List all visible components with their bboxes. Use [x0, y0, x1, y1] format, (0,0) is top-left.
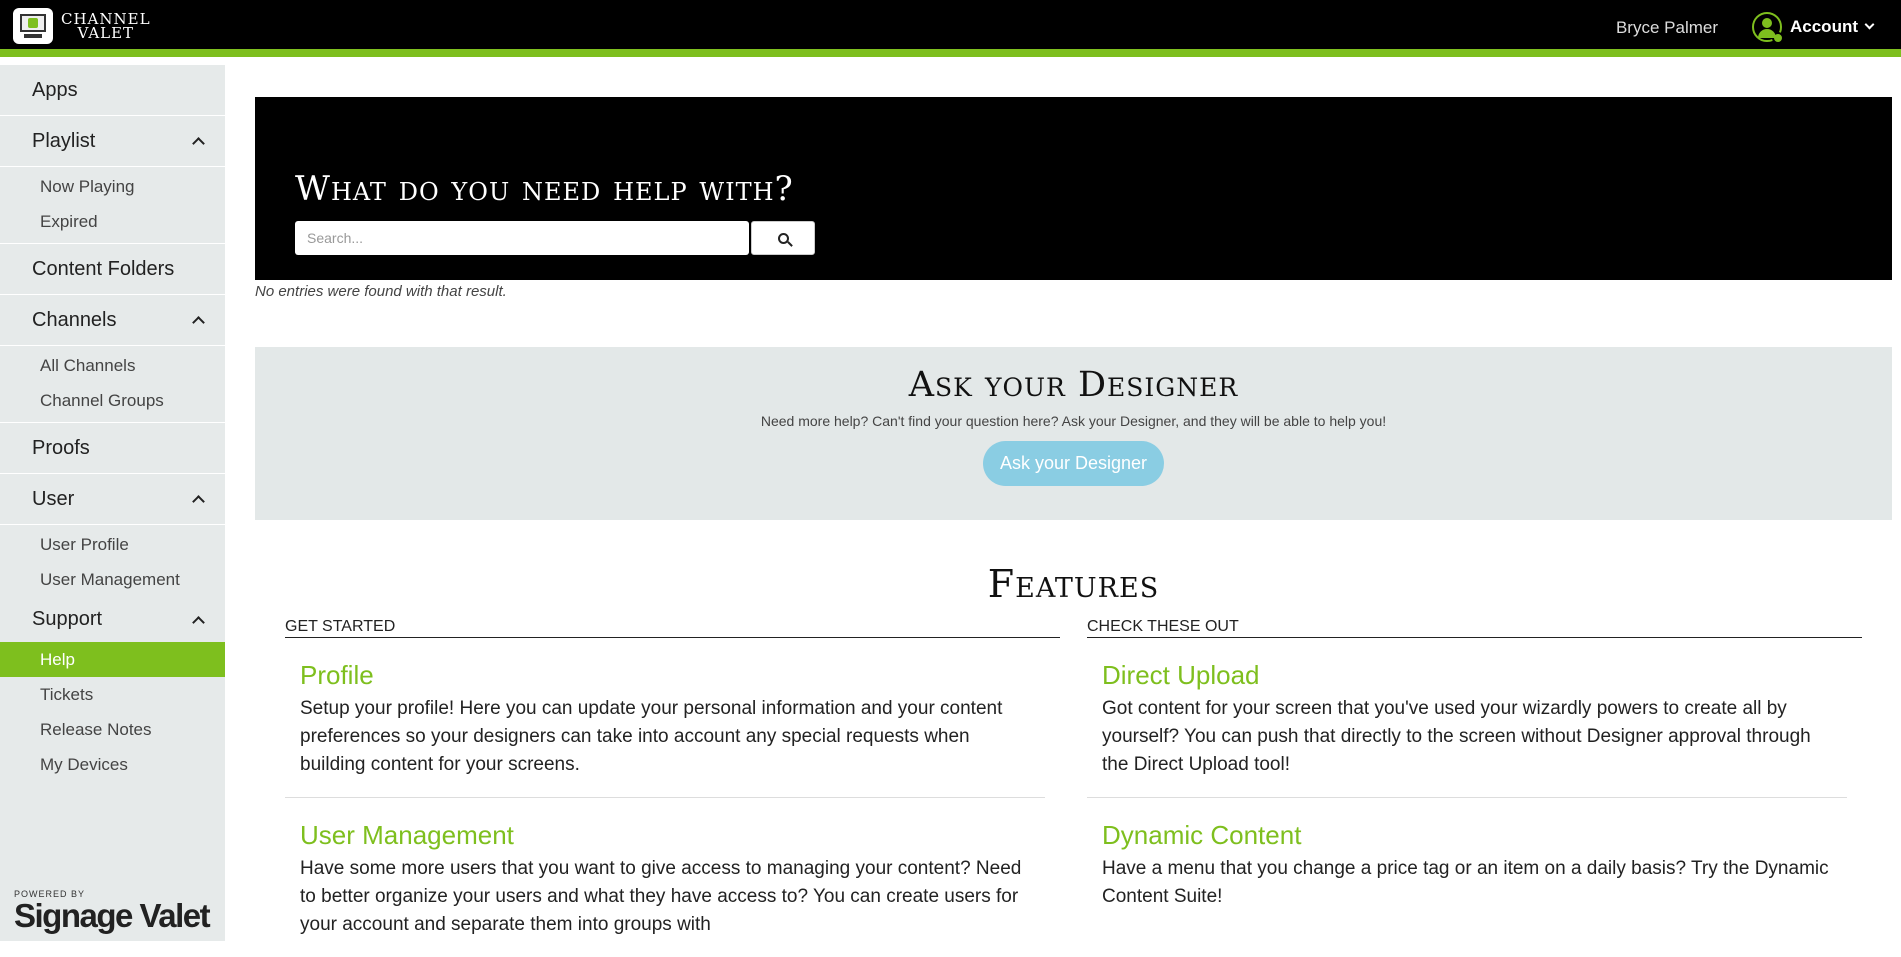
features-title: Features: [987, 562, 1160, 606]
chevron-up-icon: [192, 495, 205, 508]
sidebar-item-support[interactable]: Support: [0, 597, 225, 642]
feature-item: Dynamic Content Have a menu that you cha…: [1087, 798, 1847, 929]
signage-valet-brand: Signage Valet: [14, 897, 211, 934]
help-search-hero: What do you need help with?: [255, 97, 1892, 280]
feature-text: Have a menu that you change a price tag …: [1102, 858, 1829, 907]
feature-item: Direct Upload Got content for your scree…: [1087, 638, 1847, 798]
ask-designer-title: Ask your Designer: [908, 365, 1239, 405]
feature-title-user-management[interactable]: User Management: [300, 820, 1030, 851]
sidebar-item-label: User: [32, 487, 75, 510]
feature-title-direct-upload[interactable]: Direct Upload: [1102, 660, 1832, 691]
powered-by-logo: POWERED BY Signage Valet: [14, 889, 211, 934]
sidebar-item-user-profile[interactable]: User Profile: [0, 527, 225, 562]
support-submenu: Help Tickets Release Notes My Devices: [0, 642, 225, 782]
sidebar-item-all-channels[interactable]: All Channels: [0, 348, 225, 383]
sidebar-item-label: Support: [32, 608, 103, 630]
account-label: Account: [1790, 17, 1858, 36]
chevron-up-icon: [192, 615, 205, 629]
chevron-down-icon: [1864, 19, 1875, 30]
sidebar-item-user-management[interactable]: User Management: [0, 562, 225, 597]
sidebar-item-apps[interactable]: Apps: [0, 65, 225, 116]
top-bar: CHANNEL VALET Bryce Palmer Account: [0, 0, 1901, 57]
search-bar: [295, 221, 815, 255]
feature-title-profile[interactable]: Profile: [300, 660, 1030, 691]
get-started-column: GET STARTED Profile Setup your profile! …: [285, 618, 1060, 957]
check-these-out-heading: CHECK THESE OUT: [1087, 618, 1862, 638]
sidebar-item-proofs[interactable]: Proofs: [0, 423, 225, 474]
sidebar-item-release-notes[interactable]: Release Notes: [0, 712, 225, 747]
check-these-out-column: CHECK THESE OUT Direct Upload Got conten…: [1087, 618, 1862, 957]
feature-title-dynamic-content[interactable]: Dynamic Content: [1102, 820, 1832, 851]
sidebar-item-tickets[interactable]: Tickets: [0, 677, 225, 712]
logo-icon: [13, 8, 53, 44]
search-icon: [777, 232, 789, 244]
sidebar-item-expired[interactable]: Expired: [0, 204, 225, 239]
sidebar-item-label: Proofs: [32, 436, 90, 459]
sidebar: Apps Playlist Now Playing Expired Conten…: [0, 65, 225, 941]
sidebar-item-content-folders[interactable]: Content Folders: [0, 244, 225, 295]
sidebar-item-label: Channels: [32, 308, 117, 331]
sidebar-item-label: Playlist: [32, 129, 96, 152]
ask-designer-button[interactable]: Ask your Designer: [982, 441, 1165, 486]
sidebar-item-label: Content Folders: [32, 257, 175, 280]
sidebar-item-channels[interactable]: Channels: [0, 295, 225, 346]
search-input[interactable]: [295, 221, 749, 255]
feature-item: User Management Have some more users tha…: [285, 798, 1045, 957]
chevron-up-icon: [192, 137, 205, 150]
user-submenu: User Profile User Management: [0, 525, 225, 597]
help-title: What do you need help with?: [295, 169, 794, 209]
feature-text: Have some more users that you want to gi…: [300, 858, 1022, 935]
get-started-heading: GET STARTED: [285, 618, 1060, 638]
logo-line-2: VALET: [77, 24, 135, 42]
ask-designer-section: Ask your Designer Need more help? Can't …: [255, 347, 1892, 520]
sidebar-item-user[interactable]: User: [0, 474, 225, 525]
main-content: What do you need help with? No entries w…: [255, 65, 1892, 957]
ask-designer-text: Need more help? Can't find your question…: [760, 413, 1387, 429]
sidebar-item-channel-groups[interactable]: Channel Groups: [0, 383, 225, 418]
sidebar-item-help[interactable]: Help: [0, 642, 225, 677]
feature-text: Setup your profile! Here you can update …: [300, 698, 1003, 775]
logo-text: CHANNEL VALET: [61, 12, 151, 42]
no-entries-message: No entries were found with that result.: [255, 283, 507, 300]
user-name: Bryce Palmer: [1615, 18, 1718, 37]
sidebar-item-now-playing[interactable]: Now Playing: [0, 169, 225, 204]
features-columns: GET STARTED Profile Setup your profile! …: [255, 618, 1892, 957]
account-user-icon: [1752, 12, 1784, 44]
chevron-up-icon: [192, 316, 205, 329]
sidebar-item-playlist[interactable]: Playlist: [0, 116, 225, 167]
account-menu[interactable]: Account: [1752, 12, 1875, 44]
search-button[interactable]: [751, 221, 815, 255]
sidebar-item-label: Apps: [32, 78, 78, 101]
playlist-submenu: Now Playing Expired: [0, 167, 225, 244]
channel-valet-logo[interactable]: CHANNEL VALET: [13, 8, 151, 44]
feature-text: Got content for your screen that you've …: [1102, 698, 1811, 775]
sidebar-item-my-devices[interactable]: My Devices: [0, 747, 225, 782]
feature-item: Profile Setup your profile! Here you can…: [285, 638, 1045, 798]
channels-submenu: All Channels Channel Groups: [0, 346, 225, 423]
